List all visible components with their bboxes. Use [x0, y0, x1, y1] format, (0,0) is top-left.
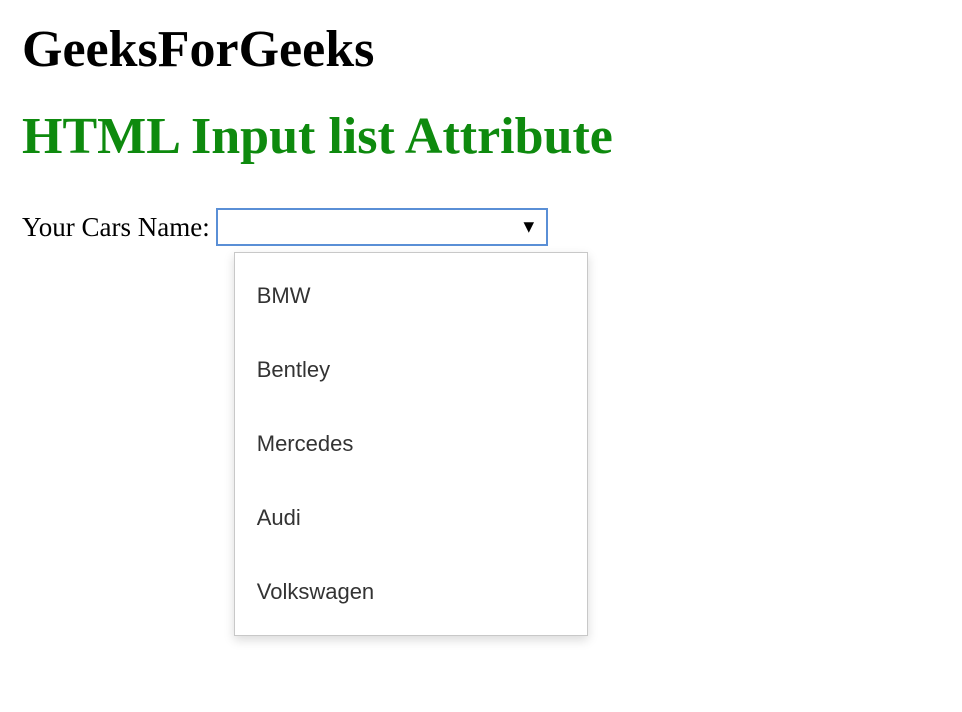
- dropdown-option[interactable]: Volkswagen: [235, 555, 587, 629]
- form-row: Your Cars Name: ▼ BMW Bentley Mercedes A…: [22, 208, 940, 246]
- dropdown-option[interactable]: Audi: [235, 481, 587, 555]
- cars-name-label: Your Cars Name:: [22, 212, 210, 243]
- dropdown-option[interactable]: Bentley: [235, 333, 587, 407]
- input-wrapper: ▼ BMW Bentley Mercedes Audi Volkswagen: [216, 208, 548, 246]
- page-title: HTML Input list Attribute: [22, 107, 940, 166]
- dropdown-option[interactable]: BMW: [235, 259, 587, 333]
- site-title: GeeksForGeeks: [22, 20, 940, 79]
- cars-name-input[interactable]: [216, 208, 548, 246]
- dropdown-option[interactable]: Mercedes: [235, 407, 587, 481]
- dropdown-list: BMW Bentley Mercedes Audi Volkswagen: [234, 252, 588, 636]
